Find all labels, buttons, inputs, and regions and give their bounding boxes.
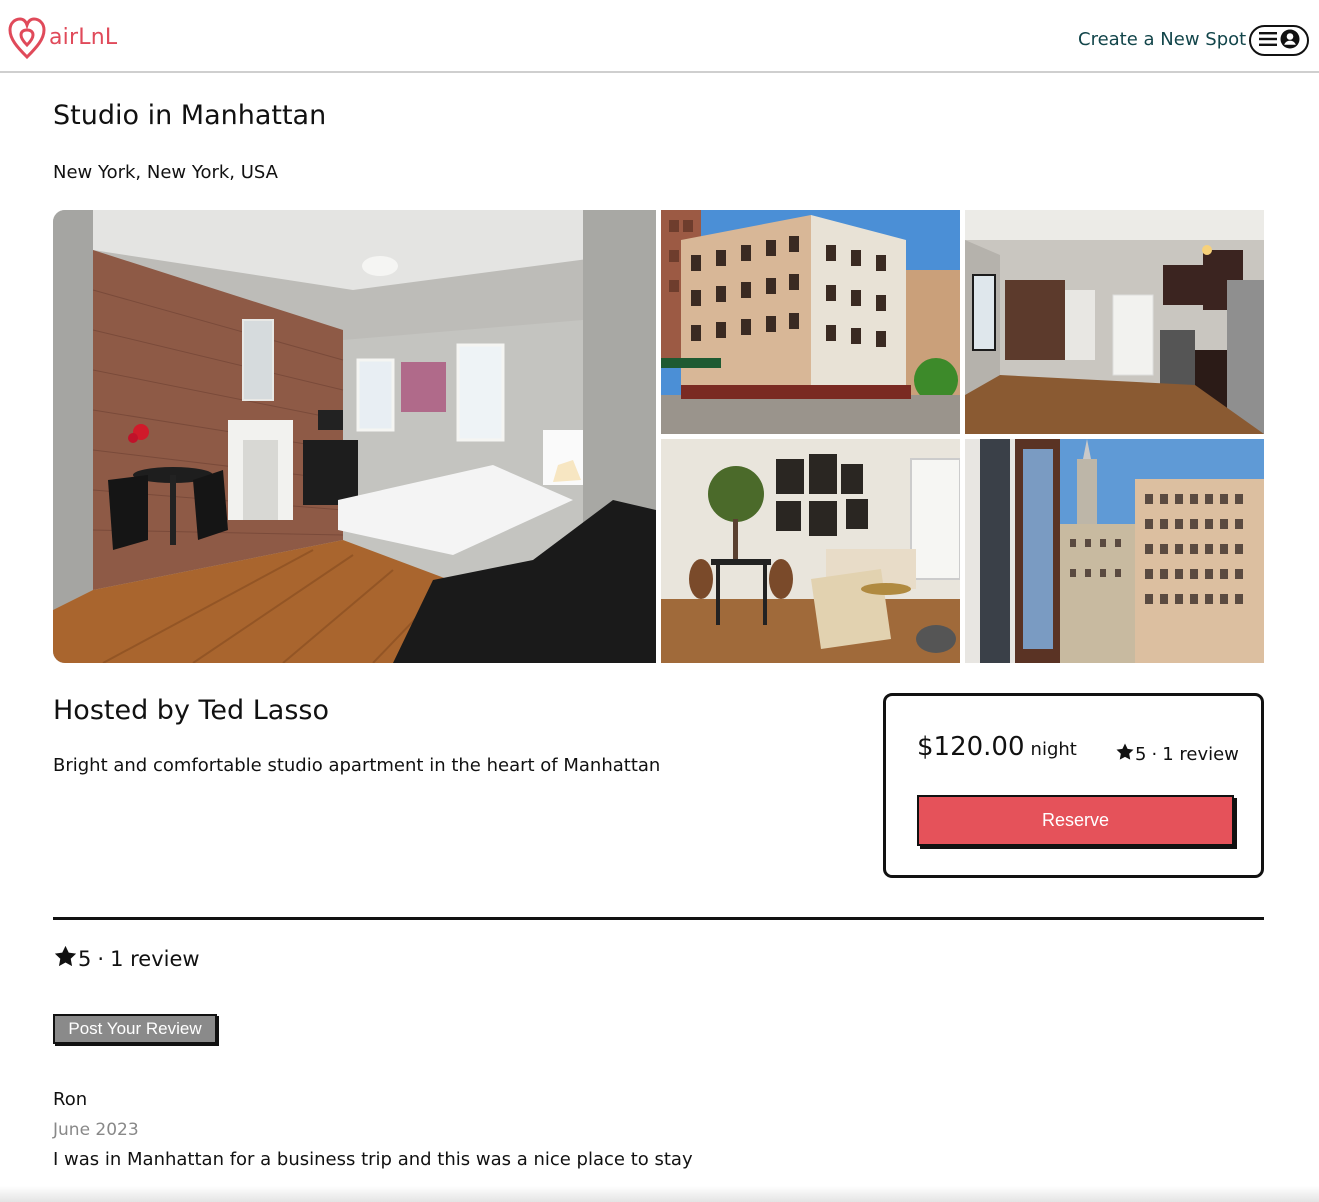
- main-photo[interactable]: [53, 210, 656, 663]
- create-new-spot-link[interactable]: Create a New Spot: [1078, 29, 1246, 50]
- spot-description: Bright and comfortable studio apartment …: [53, 755, 661, 776]
- kitchen-photo[interactable]: [965, 210, 1264, 434]
- review-item: Ron June 2023 I was in Manhattan for a b…: [53, 1088, 693, 1172]
- section-divider: [53, 917, 1264, 920]
- star-icon: [1115, 742, 1135, 767]
- living-room-photo[interactable]: [661, 439, 960, 663]
- logo-text: airLnL: [49, 25, 118, 50]
- scroll-fade: [0, 1186, 1319, 1202]
- review-author: Ron: [53, 1089, 88, 1110]
- building-exterior-photo[interactable]: [661, 210, 960, 434]
- reviews-rating-value: 5: [78, 947, 92, 971]
- booking-card: $120.00 night 5 · 1 review Reserve: [883, 693, 1264, 878]
- airlnl-logo-icon: [7, 15, 47, 61]
- user-circle-icon: [1280, 29, 1300, 53]
- price-row: $120.00 night: [917, 732, 1077, 762]
- per-night-label: night: [1030, 739, 1077, 760]
- reviews-separator: ·: [97, 947, 105, 971]
- card-rating-value: 5: [1135, 744, 1147, 765]
- reviews-count: 1 review: [110, 947, 200, 971]
- profile-menu-button[interactable]: [1249, 25, 1309, 56]
- hamburger-menu-icon: [1258, 31, 1277, 50]
- review-text: I was in Manhattan for a business trip a…: [53, 1149, 693, 1170]
- reviews-summary: 5 · 1 review: [53, 944, 200, 974]
- post-review-button[interactable]: Post Your Review: [53, 1014, 217, 1044]
- star-icon: [53, 944, 78, 974]
- nightly-price: $120.00: [917, 732, 1025, 762]
- home-logo-link[interactable]: airLnL: [7, 15, 117, 61]
- card-review-count: 1 review: [1162, 744, 1239, 765]
- spot-title: Studio in Manhattan: [53, 100, 327, 131]
- card-rating-separator: ·: [1151, 744, 1158, 765]
- host-heading: Hosted by Ted Lasso: [53, 695, 329, 726]
- review-date: June 2023: [53, 1120, 139, 1140]
- reserve-button[interactable]: Reserve: [917, 795, 1234, 846]
- top-nav: airLnL Create a New Spot: [0, 0, 1319, 73]
- photo-gallery: [53, 210, 1264, 663]
- spot-location: New York, New York, USA: [53, 162, 278, 183]
- city-view-photo[interactable]: [965, 439, 1264, 663]
- card-rating: 5 · 1 review: [1115, 742, 1239, 767]
